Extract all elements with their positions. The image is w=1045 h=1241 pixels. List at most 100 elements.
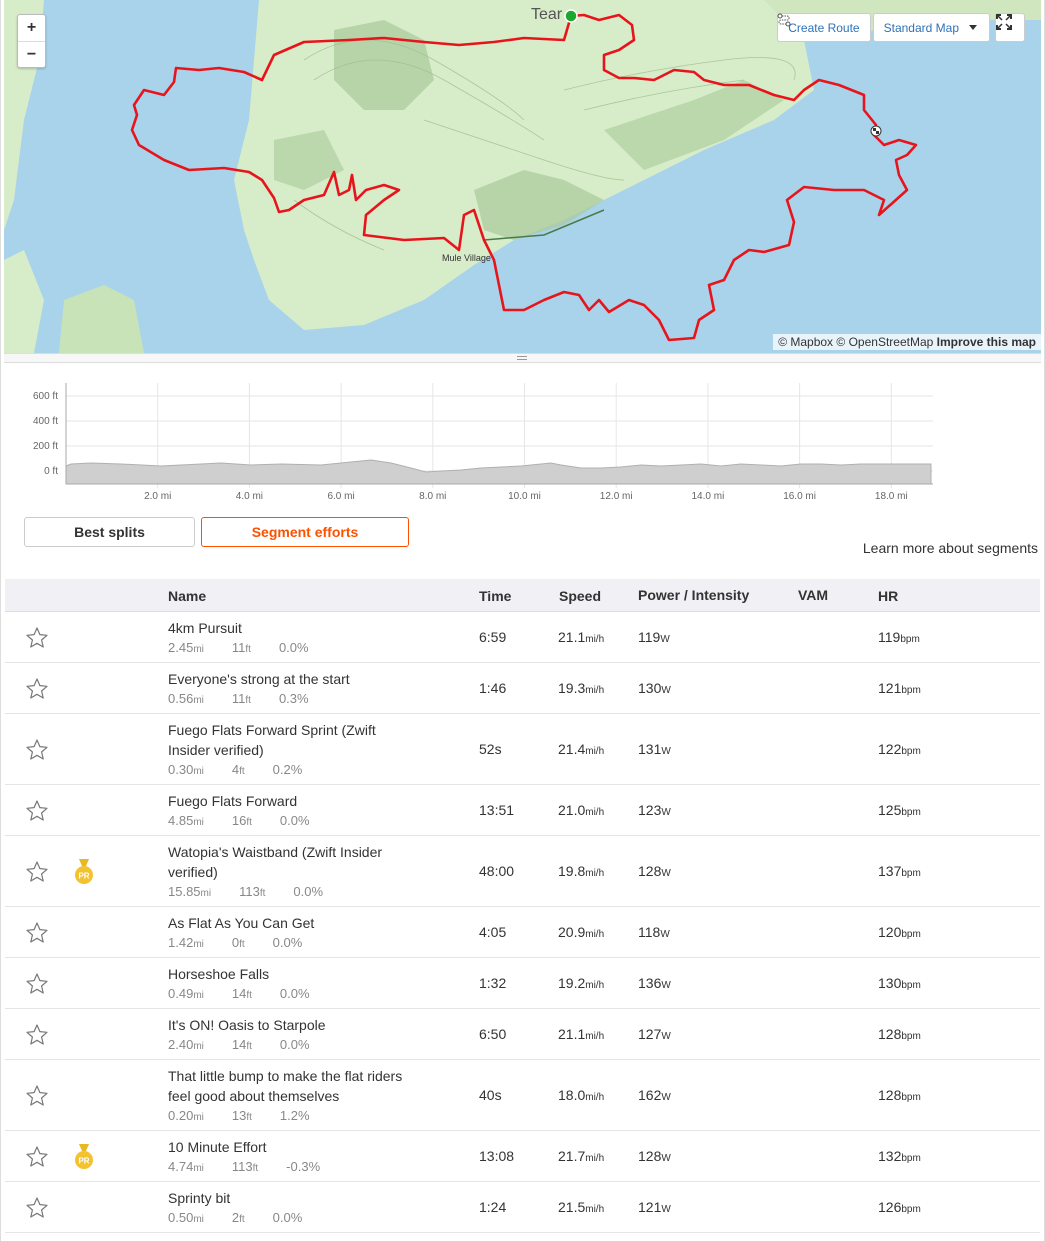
star-icon[interactable] [25,921,49,950]
segment-name-link[interactable]: That little bump to make the flat riders [168,1066,418,1086]
star-icon[interactable] [25,738,49,767]
segment-row[interactable]: That little bump to make the flat riders… [5,1060,1040,1131]
elevation-x-tick: 14.0 mi [692,491,725,502]
segment-row[interactable]: Fuego Flats Forward 4.85mi 16ft 0.0% 13:51 21… [5,785,1040,836]
segment-speed: 21.5mi/h [558,1198,605,1215]
segment-power: 130W [638,679,671,696]
star-icon[interactable] [25,1145,49,1174]
segment-name-block: It's ON! Oasis to Starpole 2.40mi 14ft 0.0% [168,1015,418,1057]
segment-time: 13:51 [479,801,515,818]
start-label: Tear [531,6,563,23]
segment-row[interactable]: As Flat As You Can Get 1.42mi 0ft 0.0% 4:05 2… [5,907,1040,958]
segment-name-block: That little bump to make the flat riders… [168,1066,418,1128]
segment-grade: 0.0% [272,1210,303,1225]
segment-name-link[interactable]: Insider verified) [168,740,418,760]
segment-power: 128W [638,1147,671,1164]
segment-elevation: 16ft [231,813,252,828]
create-route-button[interactable]: Create Route [777,13,871,42]
zoom-out-button[interactable]: − [18,41,45,67]
segment-power: 162W [638,1086,671,1103]
zoom-in-button[interactable]: + [18,15,45,41]
segment-name-block: Fuego Flats Forward Sprint (Zwift Insider… [168,720,418,782]
segment-row[interactable]: Sprinty bit 0.50mi 2ft 0.0% 1:24 21.5mi/h 121W… [5,1182,1040,1233]
fullscreen-button[interactable] [995,13,1025,42]
segment-speed: 21.0mi/h [558,801,605,818]
segment-name-link[interactable]: Watopia's Waistband (Zwift Insider [168,842,418,862]
segment-row[interactable]: 4km Pursuit 2.45mi 11ft 0.0% 6:59 21.1mi/h 119… [5,612,1040,663]
star-icon[interactable] [25,799,49,828]
segment-name-link[interactable]: As Flat As You Can Get [168,913,418,933]
segment-name-link[interactable]: Horseshoe Falls [168,964,418,984]
learn-more-link[interactable]: Learn more about segments [863,540,1038,556]
star-icon[interactable] [25,972,49,1001]
segment-grade: 0.0% [279,1037,310,1052]
segment-name-link[interactable]: Fuego Flats Forward [168,791,418,811]
segment-hr: 130bpm [878,974,921,991]
star-icon[interactable] [25,626,49,655]
segment-distance: 0.20mi [168,1108,204,1123]
segment-meta: 0.56mi 11ft 0.3% [168,689,418,711]
segment-distance: 4.74mi [168,1159,204,1174]
map-canvas[interactable] [4,0,1041,353]
header-vam[interactable]: VAM [798,587,828,603]
elevation-x-tick: 10.0 mi [508,491,541,502]
header-hr[interactable]: HR [878,588,898,604]
segment-name-link[interactable]: 4km Pursuit [168,618,418,638]
segment-meta: 2.45mi 11ft 0.0% [168,638,418,660]
star-icon[interactable] [25,860,49,889]
star-icon[interactable] [25,1023,49,1052]
segment-name-link[interactable]: Sprinty bit [168,1188,418,1208]
segment-row[interactable]: Everyone's strong at the start 0.56mi 11ft… [5,663,1040,714]
segments-table-body: 4km Pursuit 2.45mi 11ft 0.0% 6:59 21.1mi/h 119… [5,612,1040,1233]
header-time[interactable]: Time [479,588,511,604]
segment-speed: 21.4mi/h [558,740,605,757]
star-icon[interactable] [25,1084,49,1113]
segment-row[interactable]: Horseshoe Falls 0.49mi 14ft 0.0% 1:32 19.2mi/… [5,958,1040,1009]
segment-name-link[interactable]: verified) [168,862,418,882]
header-power[interactable]: Power / Intensity [638,587,749,603]
star-icon[interactable] [25,677,49,706]
star-icon[interactable] [25,1196,49,1225]
create-route-label: Create Route [788,20,860,35]
segment-name-block: Everyone's strong at the start 0.56mi 11ft… [168,669,418,711]
segment-row[interactable]: PR 10 Minute Effort 4.74mi 113ft -0.3% 13:08 2… [5,1131,1040,1182]
segment-meta: 15.85mi 113ft 0.0% [168,882,418,904]
segment-distance: 0.30mi [168,762,204,777]
mapbox-link[interactable]: © Mapbox [778,335,833,349]
segment-row[interactable]: PR Watopia's Waistband (Zwift Insider veri… [5,836,1040,907]
segment-row[interactable]: Fuego Flats Forward Sprint (Zwift Insider… [5,714,1040,785]
elevation-chart[interactable]: 600 ft 400 ft 200 ft 0 ft 2.0 mi 4.0 mi 6.0 mi… [21,378,941,503]
header-speed[interactable]: Speed [559,588,601,604]
pr-medal-icon: PR [73,1143,95,1175]
segment-name-link[interactable]: feel good about themselves [168,1086,418,1106]
osm-link[interactable]: © OpenStreetMap [836,335,933,349]
segment-time: 40s [479,1086,502,1103]
segment-meta: 4.85mi 16ft 0.0% [168,811,418,833]
segments-table-header: Name Time Speed Power / Intensity VAM HR [5,579,1040,612]
tab-best-splits[interactable]: Best splits [24,517,195,547]
segment-name-link[interactable]: It's ON! Oasis to Starpole [168,1015,418,1035]
segment-grade: 0.2% [272,762,303,777]
segment-distance: 0.49mi [168,986,204,1001]
header-name[interactable]: Name [168,588,206,604]
segment-time: 6:50 [479,1025,507,1042]
pr-badge-text: PR [78,871,89,880]
segment-grade: 0.0% [278,640,309,655]
segment-elevation: 4ft [231,762,245,777]
segment-row[interactable]: It's ON! Oasis to Starpole 2.40mi 14ft 0.0%… [5,1009,1040,1060]
segment-time: 1:32 [479,974,507,991]
segment-power: 118W [638,923,670,940]
route-map[interactable]: Tear Mule Village + − Create Route Stand… [4,0,1041,353]
improve-map-link[interactable]: Improve this map [937,335,1036,349]
map-style-dropdown[interactable]: Standard Map [872,13,990,42]
segment-name-block: Sprinty bit 0.50mi 2ft 0.0% [168,1188,418,1230]
segment-grade: 0.0% [293,884,324,899]
segment-name-link[interactable]: Everyone's strong at the start [168,669,418,689]
map-resize-handle[interactable] [4,353,1041,363]
segment-name-link[interactable]: 10 Minute Effort [168,1137,418,1157]
tab-segment-efforts[interactable]: Segment efforts [201,517,409,547]
segment-name-link[interactable]: Fuego Flats Forward Sprint (Zwift [168,720,418,740]
segment-power: 123W [638,801,671,818]
segment-speed: 21.7mi/h [558,1147,605,1164]
segment-elevation: 14ft [231,986,252,1001]
